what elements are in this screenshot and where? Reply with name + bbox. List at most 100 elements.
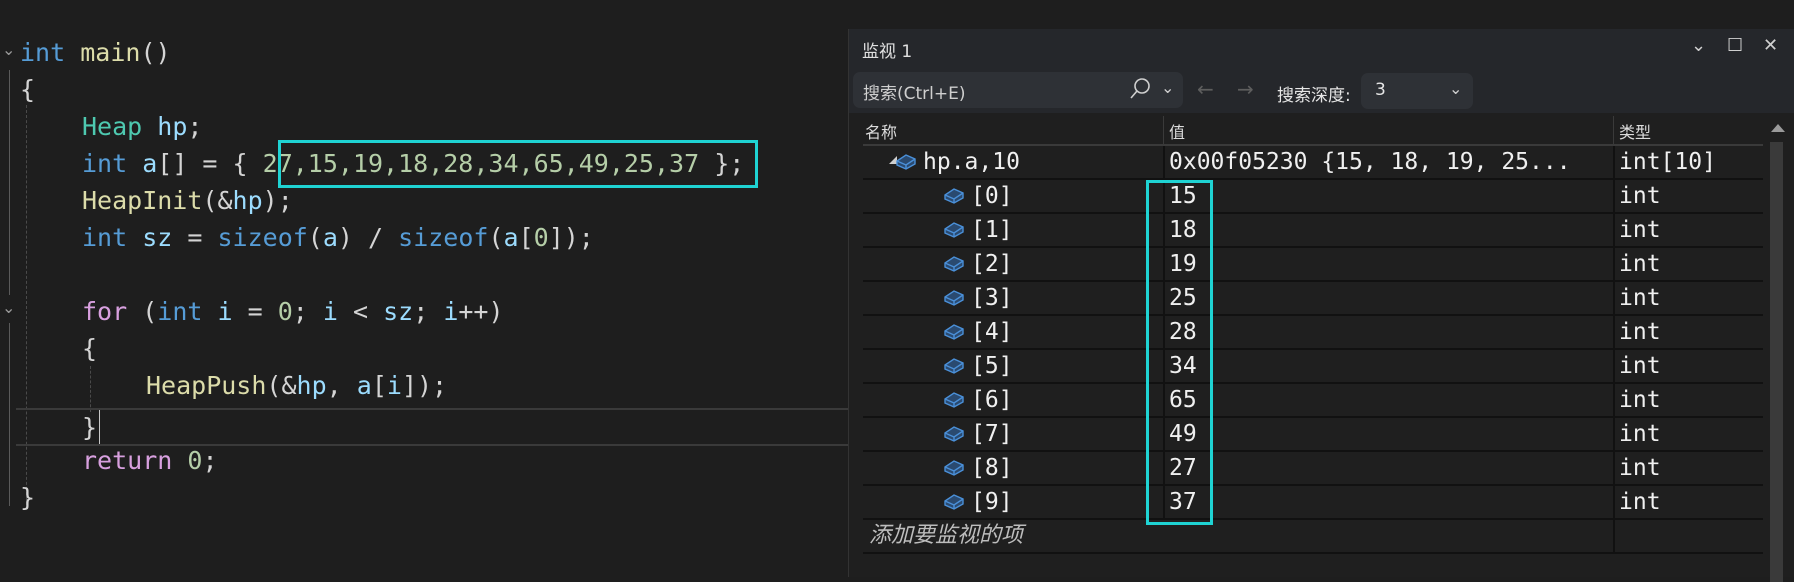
watch-name[interactable]: [9] <box>971 486 1013 518</box>
token-variable: hp <box>296 371 327 400</box>
maximize-icon[interactable]: ☐ <box>1727 35 1743 56</box>
search-depth-select[interactable]: 3 ⌄ <box>1361 73 1473 109</box>
token-variable: a <box>322 223 338 252</box>
watch-row[interactable]: [1] 18 int <box>863 214 1763 248</box>
token-brace: { <box>82 334 98 363</box>
window-dropdown-icon[interactable]: ⌄ <box>1691 35 1706 56</box>
watch-name[interactable]: [4] <box>971 316 1013 348</box>
token-variable: i <box>322 297 338 326</box>
watch-row[interactable]: [4] 28 int <box>863 316 1763 350</box>
watch-name[interactable]: hp.a,10 <box>923 146 1020 178</box>
variable-icon <box>943 357 965 375</box>
column-divider[interactable] <box>1613 116 1614 144</box>
column-divider <box>1613 520 1615 554</box>
search-depth-label: 搜索深度: <box>1277 86 1351 106</box>
search-input[interactable]: 搜索(Ctrl+E) ⌄ <box>853 72 1183 108</box>
token-function: HeapInit <box>82 186 203 215</box>
back-arrow-icon[interactable]: ← <box>1197 77 1214 101</box>
token-variable: i <box>443 297 459 326</box>
watch-row-root[interactable]: hp.a,10 0x00f05230 {15, 18, 19, 25... int[… <box>863 146 1763 180</box>
watch-title: 监视 1 <box>862 42 913 62</box>
variable-icon <box>943 187 965 205</box>
token-punct: < <box>337 297 384 326</box>
array-highlight-box <box>278 140 758 188</box>
token-punct: , <box>326 371 357 400</box>
watch-type: int <box>1619 387 1661 413</box>
token-punct: (& <box>202 186 233 215</box>
vertical-scrollbar[interactable] <box>1767 116 1789 582</box>
watch-type: int <box>1619 251 1661 277</box>
token-variable: i <box>386 371 402 400</box>
watch-row[interactable]: [9] 37 int <box>863 486 1763 520</box>
column-divider <box>1613 282 1615 316</box>
token-brace: } <box>82 413 98 442</box>
watch-name[interactable]: [2] <box>971 248 1013 280</box>
close-icon[interactable]: ✕ <box>1763 35 1778 56</box>
fold-chevron-icon[interactable]: ⌄ <box>2 40 15 59</box>
code-line-9: { <box>82 330 97 367</box>
token-variable: i <box>217 297 233 326</box>
watch-row[interactable]: [6] 65 int <box>863 384 1763 418</box>
column-header-value[interactable]: 值 <box>1169 119 1185 143</box>
column-header-name[interactable]: 名称 <box>865 119 897 143</box>
token-punct: (& <box>266 371 297 400</box>
watch-name[interactable]: [8] <box>971 452 1013 484</box>
code-line-8: for (int i = 0; i < sz; i++) <box>82 293 504 330</box>
fold-region-line <box>9 70 10 295</box>
search-placeholder: 搜索(Ctrl+E) <box>863 84 966 104</box>
code-line-5: HeapInit(&hp); <box>82 182 293 219</box>
indent-guide <box>90 366 91 412</box>
chevron-down-icon: ⌄ <box>1449 79 1463 98</box>
watch-value[interactable]: 0x00f05230 {15, 18, 19, 25... <box>1169 146 1571 178</box>
code-editor[interactable]: ⌄ ⌄ int main() { Heap hp; int a[] = { 27… <box>0 0 848 577</box>
watch-row[interactable]: [3] 25 int <box>863 282 1763 316</box>
fold-chevron-icon[interactable]: ⌄ <box>2 298 15 317</box>
watch-row[interactable]: [2] 19 int <box>863 248 1763 282</box>
scroll-up-arrow-icon[interactable] <box>1771 124 1785 132</box>
scrollbar-thumb[interactable] <box>1770 142 1783 582</box>
token-keyword: sizeof <box>217 223 308 252</box>
token-number: 0 <box>187 446 203 475</box>
token-number: 0 <box>277 297 293 326</box>
token-punct: ; <box>292 297 323 326</box>
watch-name[interactable]: [5] <box>971 350 1013 382</box>
forward-arrow-icon[interactable]: → <box>1237 77 1254 101</box>
code-line-3: Heap hp; <box>82 108 202 145</box>
watch-type: int <box>1619 455 1661 481</box>
watch-type: int <box>1619 319 1661 345</box>
token-punct: ) / <box>337 223 399 252</box>
watch-name[interactable]: [1] <box>971 214 1013 246</box>
watch-name[interactable]: [3] <box>971 282 1013 314</box>
variable-icon <box>943 459 965 477</box>
token-variable: hp <box>232 186 263 215</box>
watch-row[interactable]: [7] 49 int <box>863 418 1763 452</box>
watch-row[interactable]: [8] 27 int <box>863 452 1763 486</box>
variable-icon <box>943 493 965 511</box>
add-watch-placeholder[interactable]: 添加要监视的项 <box>869 520 1023 552</box>
token-punct: () <box>140 38 171 67</box>
token-brace: { <box>20 75 36 104</box>
column-divider[interactable] <box>1163 116 1164 144</box>
watch-name[interactable]: [7] <box>971 418 1013 450</box>
token-control: for <box>82 297 128 326</box>
search-icon[interactable] <box>1129 77 1151 106</box>
column-divider <box>1613 452 1615 486</box>
variable-icon <box>943 425 965 443</box>
search-options-chevron-icon[interactable]: ⌄ <box>1161 78 1174 97</box>
add-watch-row[interactable]: 添加要监视的项 <box>863 520 1763 554</box>
watch-name[interactable]: [6] <box>971 384 1013 416</box>
watch-type: int <box>1619 183 1661 209</box>
token-punct: ]); <box>548 223 594 252</box>
column-divider <box>1613 350 1615 384</box>
code-line-13: } <box>20 479 35 516</box>
code-line-12: return 0; <box>82 442 218 479</box>
watch-row[interactable]: [5] 34 int <box>863 350 1763 384</box>
watch-row[interactable]: [0] 15 int <box>863 180 1763 214</box>
token-punct: = <box>172 223 218 252</box>
token-type: Heap <box>82 112 143 141</box>
column-header-type[interactable]: 类型 <box>1619 119 1651 143</box>
watch-type: int <box>1619 489 1661 515</box>
watch-name[interactable]: [0] <box>971 180 1013 212</box>
column-divider <box>1613 418 1615 452</box>
watch-type: int <box>1619 353 1661 379</box>
